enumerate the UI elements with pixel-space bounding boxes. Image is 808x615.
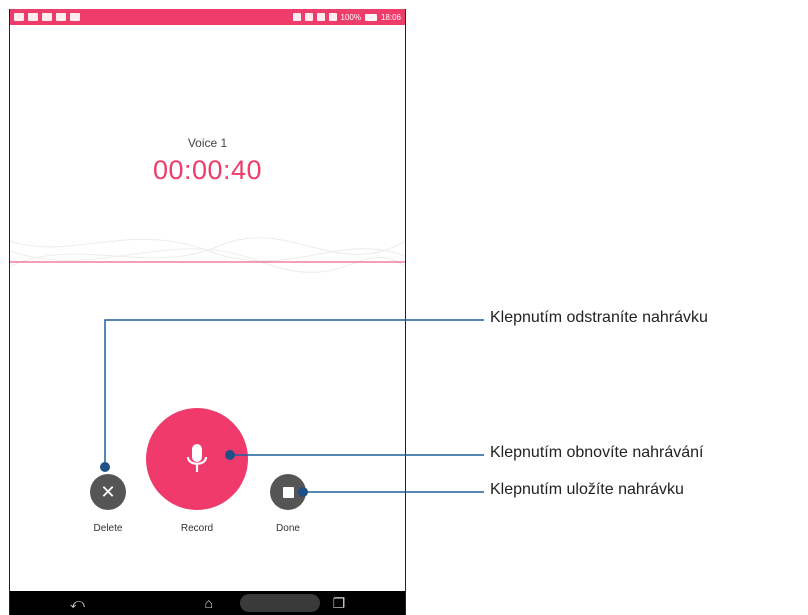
battery-percent: 100% (340, 12, 361, 22)
callout-record: Klepnutím obnovíte nahrávání (490, 444, 704, 461)
signal-icon (328, 13, 337, 21)
close-icon: ✕ (100, 481, 116, 502)
system-icons: 100% 18:06 (292, 12, 406, 22)
nav-highlight (240, 594, 320, 612)
done-label: Done (276, 523, 300, 534)
done-button[interactable] (270, 474, 306, 510)
microphone-notification-icon (28, 13, 38, 21)
notification-icons (10, 13, 80, 21)
recording-timer: 00:00:40 (152, 155, 263, 185)
recording-name: Voice 1 (187, 136, 228, 150)
bluetooth-icon (292, 13, 301, 21)
delete-button[interactable]: ✕ (90, 474, 126, 510)
delete-label: Delete (93, 523, 123, 534)
vibrate-icon (304, 13, 313, 21)
status-bar: 100% 18:06 (10, 9, 405, 25)
battery-icon (364, 13, 377, 21)
callout-done: Klepnutím uložíte nahrávku (490, 481, 684, 498)
waveform (10, 237, 405, 273)
recent-apps-icon[interactable]: ❐ (333, 595, 346, 612)
record-button[interactable] (146, 408, 248, 510)
record-label: Record (180, 523, 214, 534)
home-icon[interactable]: ⌂ (204, 595, 212, 611)
microphone-icon (186, 444, 208, 472)
cloud-icon (42, 13, 52, 21)
callout-delete: Klepnutím odstraníte nahrávku (490, 309, 708, 326)
wifi-icon (316, 13, 325, 21)
back-icon[interactable]: ⤺ (70, 595, 85, 612)
mail-icon (14, 13, 24, 21)
clock: 18:06 (380, 12, 401, 22)
phone-screen: 100% 18:06 Voice 1 00:00:40 ✕ Delete Rec… (9, 9, 406, 615)
gallery-icon (70, 13, 80, 21)
navigation-bar: ⤺ ⌂ ❐ (10, 591, 405, 615)
lock-icon (56, 13, 66, 21)
stop-icon (282, 486, 294, 498)
